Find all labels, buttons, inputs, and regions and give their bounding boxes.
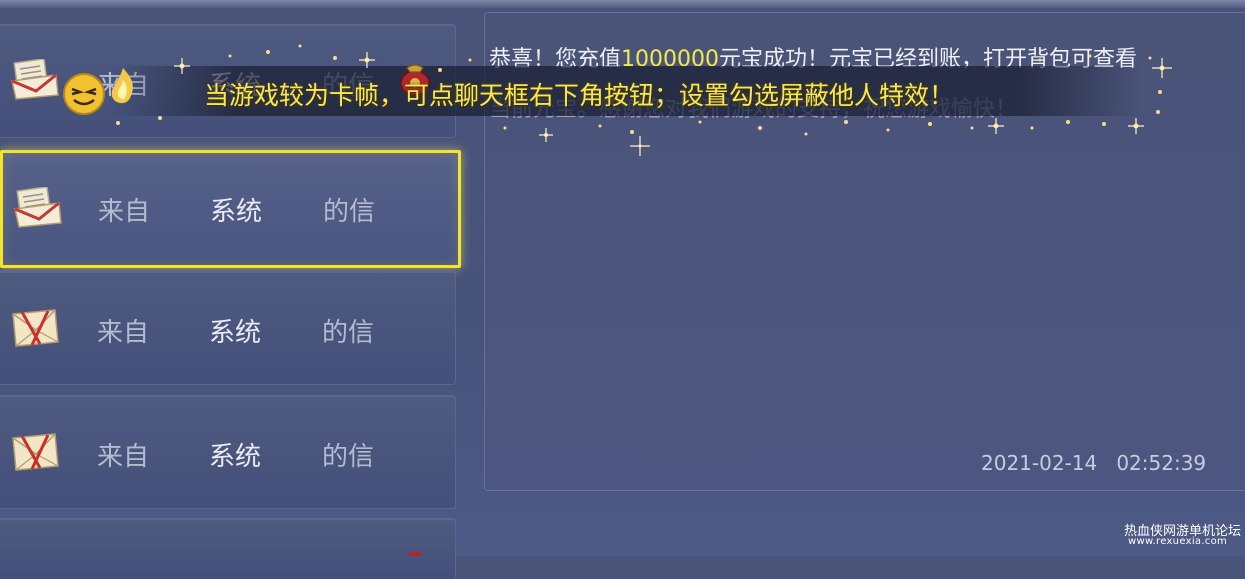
mail-item-selected[interactable]: 来自 系统 的信 (0, 150, 461, 268)
envelope-opened-icon (14, 187, 62, 228)
fire-effect-icon (111, 68, 133, 104)
mail-suffix: 的信 (322, 442, 375, 472)
envelope-gift-icon (12, 433, 59, 471)
site-watermark-url: www.rexuexia.com (1128, 536, 1228, 547)
mail-time: 02:52:39 (1116, 451, 1207, 475)
mail-sender: 系统 (210, 197, 263, 227)
mail-suffix: 的信 (323, 197, 376, 227)
mail-from-prefix: 来自 (98, 197, 151, 227)
money-pouch-icon (407, 551, 423, 556)
mail-suffix: 的信 (322, 318, 375, 348)
smiley-emoji-icon (63, 73, 105, 115)
mail-item[interactable]: 来自 系统 的信 (0, 271, 456, 385)
mail-item[interactable]: 来自 系统 的信 (0, 395, 456, 509)
mail-timestamp: 2021-02-14 02:52:39 (981, 451, 1206, 475)
system-notice-text: 当游戏较为卡帧，可点聊天框右下角按钮；设置勾选屏蔽他人特效！ (204, 81, 955, 110)
mail-sender: 系统 (209, 442, 262, 472)
mail-from-prefix: 来自 (97, 442, 150, 472)
envelope-opened-icon (11, 59, 59, 100)
mail-from-prefix: 来自 (97, 318, 150, 348)
envelope-gift-icon (12, 309, 59, 347)
mail-date: 2021-02-14 (981, 451, 1098, 475)
mail-item-partial[interactable] (0, 518, 456, 579)
window-top-border (0, 0, 1245, 8)
mail-sender: 系统 (209, 318, 262, 348)
